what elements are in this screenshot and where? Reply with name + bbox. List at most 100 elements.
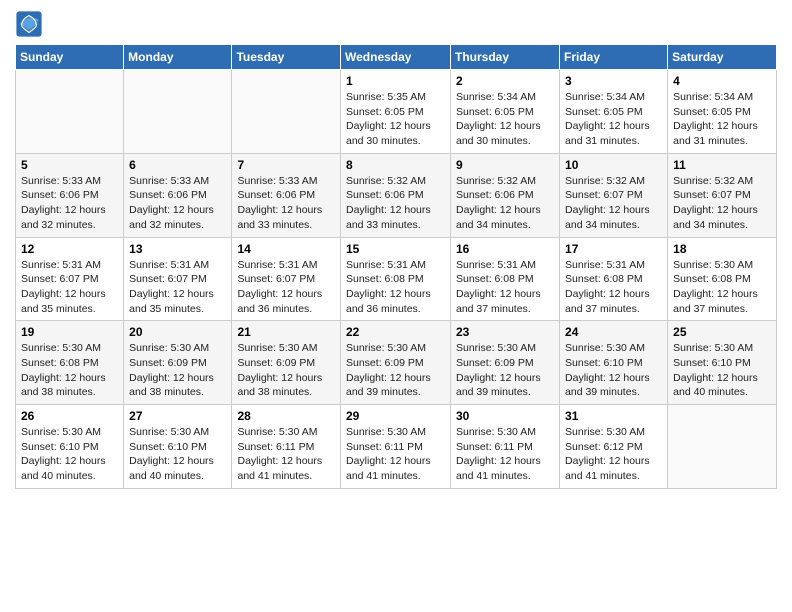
day-number: 27 xyxy=(129,409,226,423)
calendar-cell xyxy=(232,70,341,154)
day-number: 3 xyxy=(565,74,662,88)
day-info: Sunrise: 5:33 AMSunset: 6:06 PMDaylight:… xyxy=(129,174,226,233)
day-info: Sunrise: 5:30 AMSunset: 6:11 PMDaylight:… xyxy=(237,425,335,484)
day-info: Sunrise: 5:32 AMSunset: 6:07 PMDaylight:… xyxy=(673,174,771,233)
weekday-header: Monday xyxy=(124,45,232,70)
day-info: Sunrise: 5:31 AMSunset: 6:08 PMDaylight:… xyxy=(565,258,662,317)
calendar-cell: 13Sunrise: 5:31 AMSunset: 6:07 PMDayligh… xyxy=(124,237,232,321)
day-number: 31 xyxy=(565,409,662,423)
weekday-header: Sunday xyxy=(16,45,124,70)
day-info: Sunrise: 5:32 AMSunset: 6:06 PMDaylight:… xyxy=(456,174,554,233)
day-info: Sunrise: 5:30 AMSunset: 6:09 PMDaylight:… xyxy=(237,341,335,400)
calendar-cell: 6 Sunrise: 5:33 AMSunset: 6:06 PMDaylight… xyxy=(124,153,232,237)
calendar-cell: 30Sunrise: 5:30 AMSunset: 6:11 PMDayligh… xyxy=(451,405,560,489)
day-number: 26 xyxy=(21,409,118,423)
day-info: Sunrise: 5:30 AMSunset: 6:09 PMDaylight:… xyxy=(456,341,554,400)
day-number: 2 xyxy=(456,74,554,88)
calendar-cell: 2Sunrise: 5:34 AMSunset: 6:05 PMDaylight… xyxy=(451,70,560,154)
calendar-cell: 15Sunrise: 5:31 AMSunset: 6:08 PMDayligh… xyxy=(341,237,451,321)
calendar-table: SundayMondayTuesdayWednesdayThursdayFrid… xyxy=(15,44,777,489)
calendar-cell: 14Sunrise: 5:31 AMSunset: 6:07 PMDayligh… xyxy=(232,237,341,321)
day-number: 22 xyxy=(346,325,445,339)
day-number: 13 xyxy=(129,242,226,256)
logo-icon xyxy=(15,10,43,38)
calendar-cell xyxy=(124,70,232,154)
day-info: Sunrise: 5:31 AMSunset: 6:08 PMDaylight:… xyxy=(346,258,445,317)
calendar-week-row: 12 Sunrise: 5:31 AMSunset: 6:07 PMDayligh… xyxy=(16,237,777,321)
calendar-cell xyxy=(668,405,777,489)
calendar-cell: 3 Sunrise: 5:34 AMSunset: 6:05 PMDaylight… xyxy=(560,70,668,154)
day-number: 8 xyxy=(346,158,445,172)
calendar-week-row: 19 Sunrise: 5:30 AMSunset: 6:08 PMDayligh… xyxy=(16,321,777,405)
day-info: Sunrise: 5:30 AMSunset: 6:09 PMDaylight:… xyxy=(129,341,226,400)
day-number: 23 xyxy=(456,325,554,339)
weekday-header: Tuesday xyxy=(232,45,341,70)
day-info: Sunrise: 5:31 AMSunset: 6:07 PMDaylight:… xyxy=(237,258,335,317)
weekday-header: Saturday xyxy=(668,45,777,70)
weekday-header: Thursday xyxy=(451,45,560,70)
weekday-header: Wednesday xyxy=(341,45,451,70)
calendar-cell xyxy=(16,70,124,154)
day-info: Sunrise: 5:34 AMSunset: 6:05 PMDaylight:… xyxy=(673,90,771,149)
calendar-cell: 29 Sunrise: 5:30 AMSunset: 6:11 PMDayligh… xyxy=(341,405,451,489)
calendar-week-row: 1 Sunrise: 5:35 AMSunset: 6:05 PMDaylight… xyxy=(16,70,777,154)
day-info: Sunrise: 5:33 AMSunset: 6:06 PMDaylight:… xyxy=(21,174,118,233)
calendar-cell: 28 Sunrise: 5:30 AMSunset: 6:11 PMDayligh… xyxy=(232,405,341,489)
day-number: 29 xyxy=(346,409,445,423)
day-number: 9 xyxy=(456,158,554,172)
day-info: Sunrise: 5:30 AMSunset: 6:08 PMDaylight:… xyxy=(673,258,771,317)
day-number: 25 xyxy=(673,325,771,339)
day-info: Sunrise: 5:30 AMSunset: 6:11 PMDaylight:… xyxy=(456,425,554,484)
day-info: Sunrise: 5:35 AMSunset: 6:05 PMDaylight:… xyxy=(346,90,445,149)
calendar-cell: 21 Sunrise: 5:30 AMSunset: 6:09 PMDayligh… xyxy=(232,321,341,405)
calendar-body: 1 Sunrise: 5:35 AMSunset: 6:05 PMDaylight… xyxy=(16,70,777,489)
logo xyxy=(15,10,47,38)
calendar-cell: 8 Sunrise: 5:32 AMSunset: 6:06 PMDaylight… xyxy=(341,153,451,237)
calendar-cell: 22 Sunrise: 5:30 AMSunset: 6:09 PMDayligh… xyxy=(341,321,451,405)
day-info: Sunrise: 5:32 AMSunset: 6:07 PMDaylight:… xyxy=(565,174,662,233)
day-info: Sunrise: 5:30 AMSunset: 6:10 PMDaylight:… xyxy=(21,425,118,484)
day-info: Sunrise: 5:31 AMSunset: 6:07 PMDaylight:… xyxy=(21,258,118,317)
calendar-cell: 10Sunrise: 5:32 AMSunset: 6:07 PMDayligh… xyxy=(560,153,668,237)
day-number: 18 xyxy=(673,242,771,256)
calendar-cell: 24 Sunrise: 5:30 AMSunset: 6:10 PMDayligh… xyxy=(560,321,668,405)
day-info: Sunrise: 5:30 AMSunset: 6:08 PMDaylight:… xyxy=(21,341,118,400)
calendar-cell: 16 Sunrise: 5:31 AMSunset: 6:08 PMDayligh… xyxy=(451,237,560,321)
calendar-cell: 31 Sunrise: 5:30 AMSunset: 6:12 PMDayligh… xyxy=(560,405,668,489)
calendar-cell: 17Sunrise: 5:31 AMSunset: 6:08 PMDayligh… xyxy=(560,237,668,321)
day-info: Sunrise: 5:30 AMSunset: 6:11 PMDaylight:… xyxy=(346,425,445,484)
calendar-cell: 5Sunrise: 5:33 AMSunset: 6:06 PMDaylight… xyxy=(16,153,124,237)
day-info: Sunrise: 5:33 AMSunset: 6:06 PMDaylight:… xyxy=(237,174,335,233)
calendar-header-row: SundayMondayTuesdayWednesdayThursdayFrid… xyxy=(16,45,777,70)
day-number: 1 xyxy=(346,74,445,88)
calendar-cell: 19 Sunrise: 5:30 AMSunset: 6:08 PMDayligh… xyxy=(16,321,124,405)
calendar-cell: 23 Sunrise: 5:30 AMSunset: 6:09 PMDayligh… xyxy=(451,321,560,405)
day-number: 28 xyxy=(237,409,335,423)
calendar-cell: 25 Sunrise: 5:30 AMSunset: 6:10 PMDayligh… xyxy=(668,321,777,405)
calendar-week-row: 5Sunrise: 5:33 AMSunset: 6:06 PMDaylight… xyxy=(16,153,777,237)
calendar-cell: 4Sunrise: 5:34 AMSunset: 6:05 PMDaylight… xyxy=(668,70,777,154)
day-info: Sunrise: 5:30 AMSunset: 6:10 PMDaylight:… xyxy=(673,341,771,400)
day-number: 11 xyxy=(673,158,771,172)
day-number: 24 xyxy=(565,325,662,339)
day-info: Sunrise: 5:31 AMSunset: 6:08 PMDaylight:… xyxy=(456,258,554,317)
calendar-cell: 20 Sunrise: 5:30 AMSunset: 6:09 PMDayligh… xyxy=(124,321,232,405)
day-number: 12 xyxy=(21,242,118,256)
weekday-header: Friday xyxy=(560,45,668,70)
day-number: 21 xyxy=(237,325,335,339)
day-number: 6 xyxy=(129,158,226,172)
calendar-cell: 18 Sunrise: 5:30 AMSunset: 6:08 PMDayligh… xyxy=(668,237,777,321)
calendar-cell: 12 Sunrise: 5:31 AMSunset: 6:07 PMDayligh… xyxy=(16,237,124,321)
day-number: 16 xyxy=(456,242,554,256)
day-info: Sunrise: 5:32 AMSunset: 6:06 PMDaylight:… xyxy=(346,174,445,233)
day-info: Sunrise: 5:30 AMSunset: 6:10 PMDaylight:… xyxy=(565,341,662,400)
day-number: 20 xyxy=(129,325,226,339)
day-number: 19 xyxy=(21,325,118,339)
calendar-week-row: 26 Sunrise: 5:30 AMSunset: 6:10 PMDayligh… xyxy=(16,405,777,489)
day-info: Sunrise: 5:30 AMSunset: 6:09 PMDaylight:… xyxy=(346,341,445,400)
day-info: Sunrise: 5:30 AMSunset: 6:12 PMDaylight:… xyxy=(565,425,662,484)
day-number: 7 xyxy=(237,158,335,172)
day-info: Sunrise: 5:30 AMSunset: 6:10 PMDaylight:… xyxy=(129,425,226,484)
day-info: Sunrise: 5:34 AMSunset: 6:05 PMDaylight:… xyxy=(565,90,662,149)
calendar-cell: 1 Sunrise: 5:35 AMSunset: 6:05 PMDaylight… xyxy=(341,70,451,154)
